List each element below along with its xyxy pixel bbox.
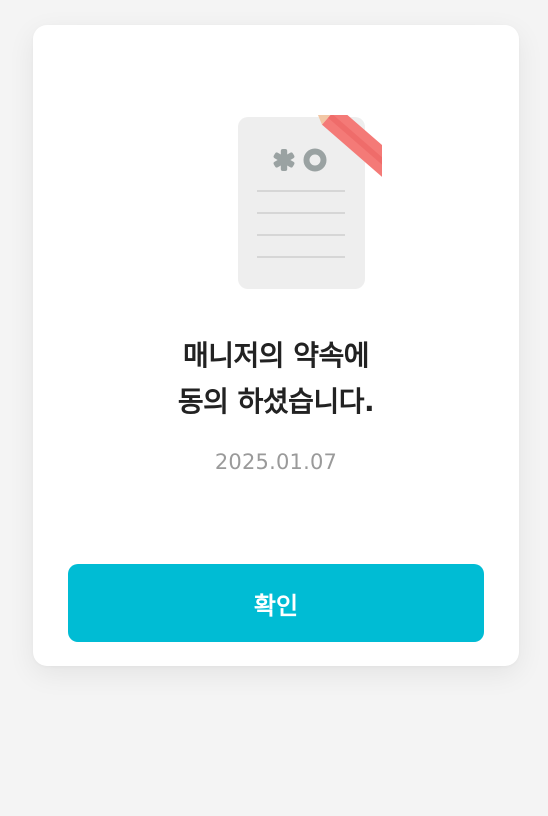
agreement-date: 2025.01.07 <box>214 450 338 474</box>
title-line-2: 동의 하셨습니다. <box>177 385 375 418</box>
confirm-button[interactable]: 확인 <box>68 564 484 642</box>
agreement-card: 매니저의 약속에 동의 하셨습니다. 2025.01.07 확인 <box>33 25 519 666</box>
title-line-1: 매니저의 약속에 <box>182 339 370 372</box>
document-with-pencil-icon <box>238 115 382 289</box>
agreement-title: 매니저의 약속에 동의 하셨습니다. <box>33 333 519 425</box>
